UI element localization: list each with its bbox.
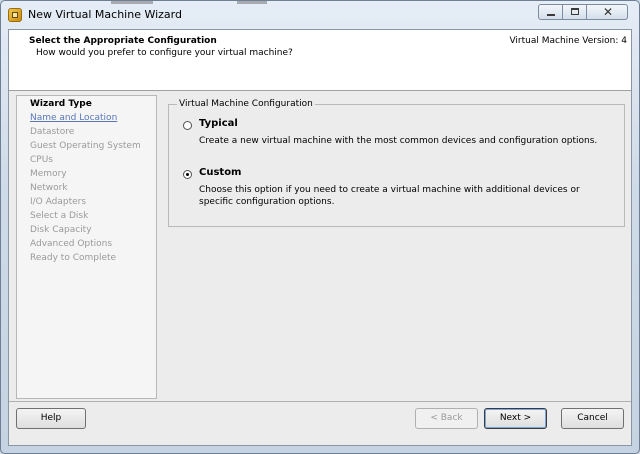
step-io-adapters: I/O Adapters [30,197,87,207]
wizard-client-area: Select the Appropriate Configuration How… [8,29,632,446]
custom-description: Choose this option if you need to create… [199,185,580,207]
vm-configuration-group: Virtual Machine Configuration Typical Cr… [168,99,625,227]
help-button[interactable]: Help [16,408,86,429]
step-guest-os: Guest Operating System [30,141,141,151]
typical-label[interactable]: Typical [199,118,238,129]
typical-radio[interactable] [183,121,192,130]
titlebar-artifact [111,1,153,4]
step-network: Network [30,183,68,193]
footer-divider [9,401,631,402]
custom-radio[interactable] [183,170,192,179]
step-ready-to-complete: Ready to Complete [30,253,117,263]
step-datastore: Datastore [30,127,75,137]
step-wizard-type: Wizard Type [30,99,92,109]
step-memory: Memory [30,169,67,179]
vmware-vm-icon [8,8,22,22]
wizard-steps-nav: Wizard Type Name and Location Datastore … [16,95,157,399]
step-select-disk: Select a Disk [30,211,89,221]
step-name-and-location[interactable]: Name and Location [30,113,117,123]
step-advanced-options: Advanced Options [30,239,113,249]
minimize-icon [547,14,555,16]
typical-description: Create a new virtual machine with the mo… [199,136,598,146]
wizard-window: New Virtual Machine Wizard ✕ Select the … [0,0,640,454]
next-button[interactable]: Next > [484,408,547,429]
group-legend: Virtual Machine Configuration [177,99,315,109]
vm-version-label: Virtual Machine Version: 4 [509,36,627,46]
wizard-content: Virtual Machine Configuration Typical Cr… [157,95,625,399]
maximize-button[interactable] [562,4,587,20]
cancel-button[interactable]: Cancel [561,408,624,429]
custom-label[interactable]: Custom [199,167,241,178]
page-title: Select the Appropriate Configuration [29,36,217,46]
page-subtitle: How would you prefer to configure your v… [36,48,293,58]
close-button[interactable]: ✕ [586,4,628,20]
minimize-button[interactable] [538,4,563,20]
maximize-icon [571,8,579,15]
back-button[interactable]: < Back [415,408,478,429]
step-disk-capacity: Disk Capacity [30,225,92,235]
window-controls: ✕ [538,4,628,20]
close-icon: ✕ [602,5,614,19]
step-cpus: CPUs [30,155,53,165]
titlebar-artifact [237,1,267,4]
window-title: New Virtual Machine Wizard [28,8,182,21]
wizard-header: Select the Appropriate Configuration How… [9,30,631,91]
title-bar[interactable]: New Virtual Machine Wizard ✕ [1,1,639,29]
